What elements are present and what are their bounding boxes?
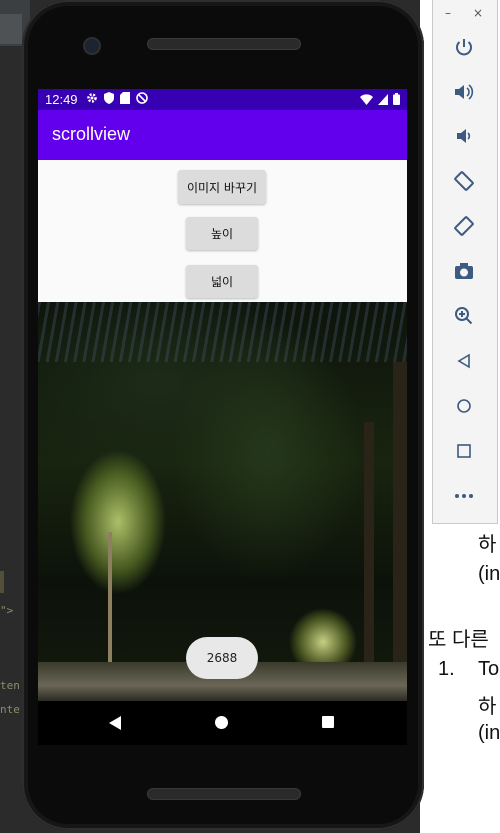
doc-text: 또 다른 — [428, 629, 489, 651]
image-tree-trunk — [393, 362, 407, 662]
change-image-button[interactable]: 이미지 바꾸기 — [178, 170, 266, 204]
image-tree-trunk — [108, 532, 112, 662]
doc-list-number: 1. — [438, 658, 455, 680]
rotate-right-icon[interactable] — [449, 211, 479, 241]
status-bar: 12:49 — [38, 89, 407, 110]
more-icon[interactable] — [449, 481, 479, 511]
doc-text: 하 — [478, 534, 497, 556]
volume-up-icon[interactable] — [449, 77, 479, 107]
settings-gear-icon — [86, 92, 98, 107]
battery-icon — [393, 93, 400, 108]
doc-text: (in — [478, 563, 500, 585]
nav-home-icon[interactable] — [215, 716, 228, 729]
width-button[interactable]: 넓이 — [186, 265, 258, 298]
ide-code-fragment: nte — [0, 703, 20, 716]
earpiece-speaker — [147, 38, 301, 50]
bottom-speaker — [147, 788, 301, 800]
navigation-bar — [38, 701, 407, 745]
doc-text: 하 — [478, 696, 497, 718]
no-data-icon — [136, 92, 148, 107]
signal-icon — [378, 93, 388, 108]
sd-card-icon — [120, 92, 130, 107]
camera-icon[interactable] — [449, 256, 479, 286]
height-button[interactable]: 높이 — [186, 217, 258, 250]
image-tree-trunk — [364, 422, 374, 672]
back-icon[interactable] — [449, 346, 479, 376]
toast-message: 2688 — [186, 637, 258, 679]
emulator-toolbar: – × — [432, 0, 498, 524]
ide-code-fragment: "> — [0, 604, 14, 617]
volume-down-icon[interactable] — [449, 121, 479, 151]
image-sky — [38, 302, 407, 362]
ide-line-highlight — [0, 571, 4, 593]
status-time: 12:49 — [45, 92, 78, 107]
nav-back-icon[interactable] — [109, 716, 121, 730]
front-camera — [83, 37, 101, 55]
wifi-icon — [360, 93, 373, 108]
home-icon[interactable] — [449, 391, 479, 421]
ide-code-fragment: ten — [0, 679, 20, 692]
shield-icon — [104, 92, 114, 107]
app-bar: scrollview — [38, 110, 407, 160]
rotate-left-icon[interactable] — [449, 166, 479, 196]
phone-frame: 12:49 scrollview 이미지 바꾸기 높이 넓이 2688 — [22, 0, 424, 830]
minimize-button[interactable]: – — [445, 6, 451, 20]
power-icon[interactable] — [449, 32, 479, 62]
zoom-icon[interactable] — [449, 301, 479, 331]
close-button[interactable]: × — [473, 6, 483, 20]
nav-recents-icon[interactable] — [322, 716, 334, 728]
phone-screen: 12:49 scrollview 이미지 바꾸기 높이 넓이 2688 — [38, 89, 407, 701]
ide-tab — [0, 14, 22, 44]
doc-text: To — [478, 658, 500, 680]
overview-icon[interactable] — [449, 436, 479, 466]
app-title: scrollview — [52, 124, 131, 144]
doc-text: (in — [478, 722, 500, 744]
